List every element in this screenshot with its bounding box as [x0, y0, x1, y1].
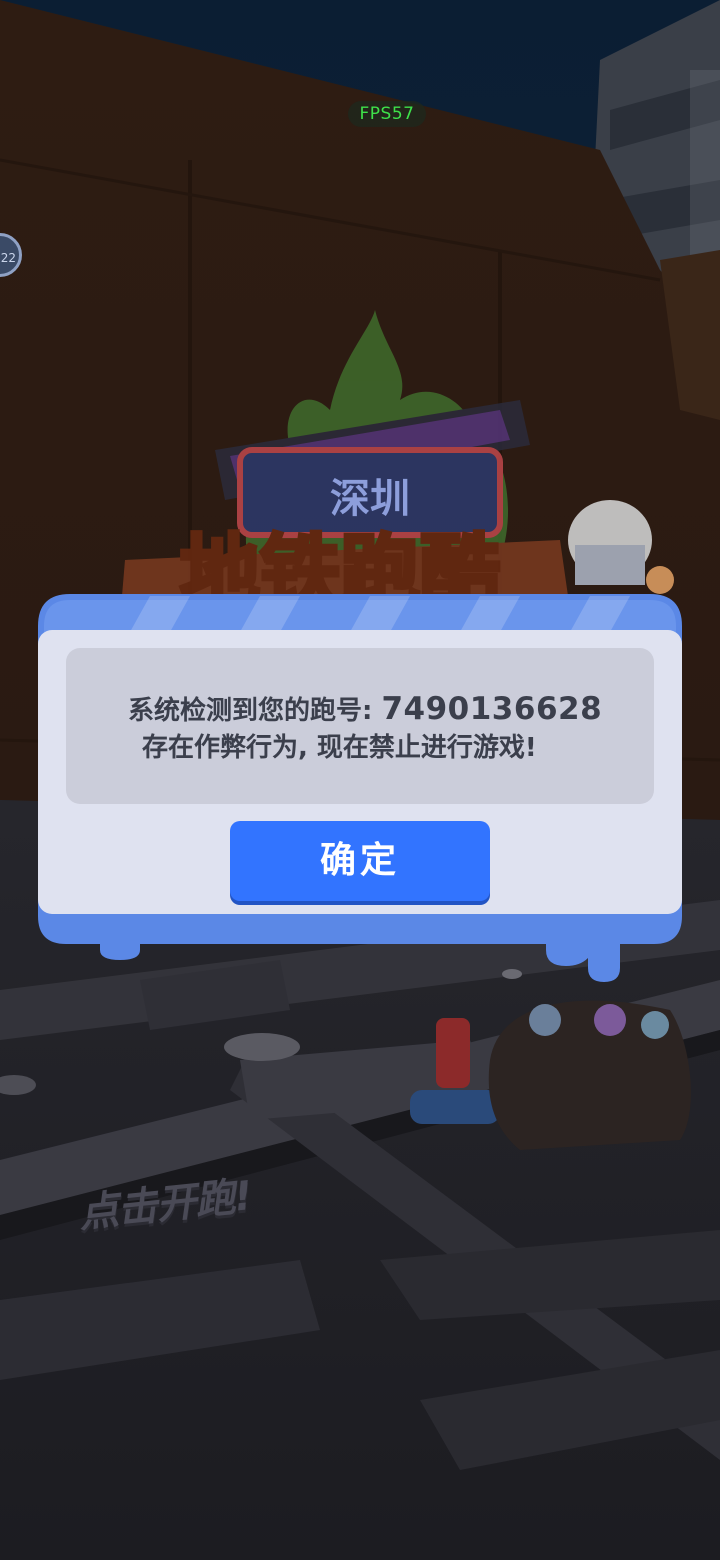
- game-scene[interactable]: 深圳 地铁跑酷 FPS57 22 点击开跑! 系统检测到您的跑号: 749013…: [0, 0, 720, 1560]
- svg-text:深圳: 深圳: [330, 476, 410, 522]
- game-background: 深圳 地铁跑酷: [0, 0, 720, 1560]
- svg-text:地铁跑酷: 地铁跑酷: [180, 526, 500, 619]
- fps-counter: FPS57: [348, 101, 426, 127]
- confirm-button[interactable]: 确定: [230, 821, 490, 901]
